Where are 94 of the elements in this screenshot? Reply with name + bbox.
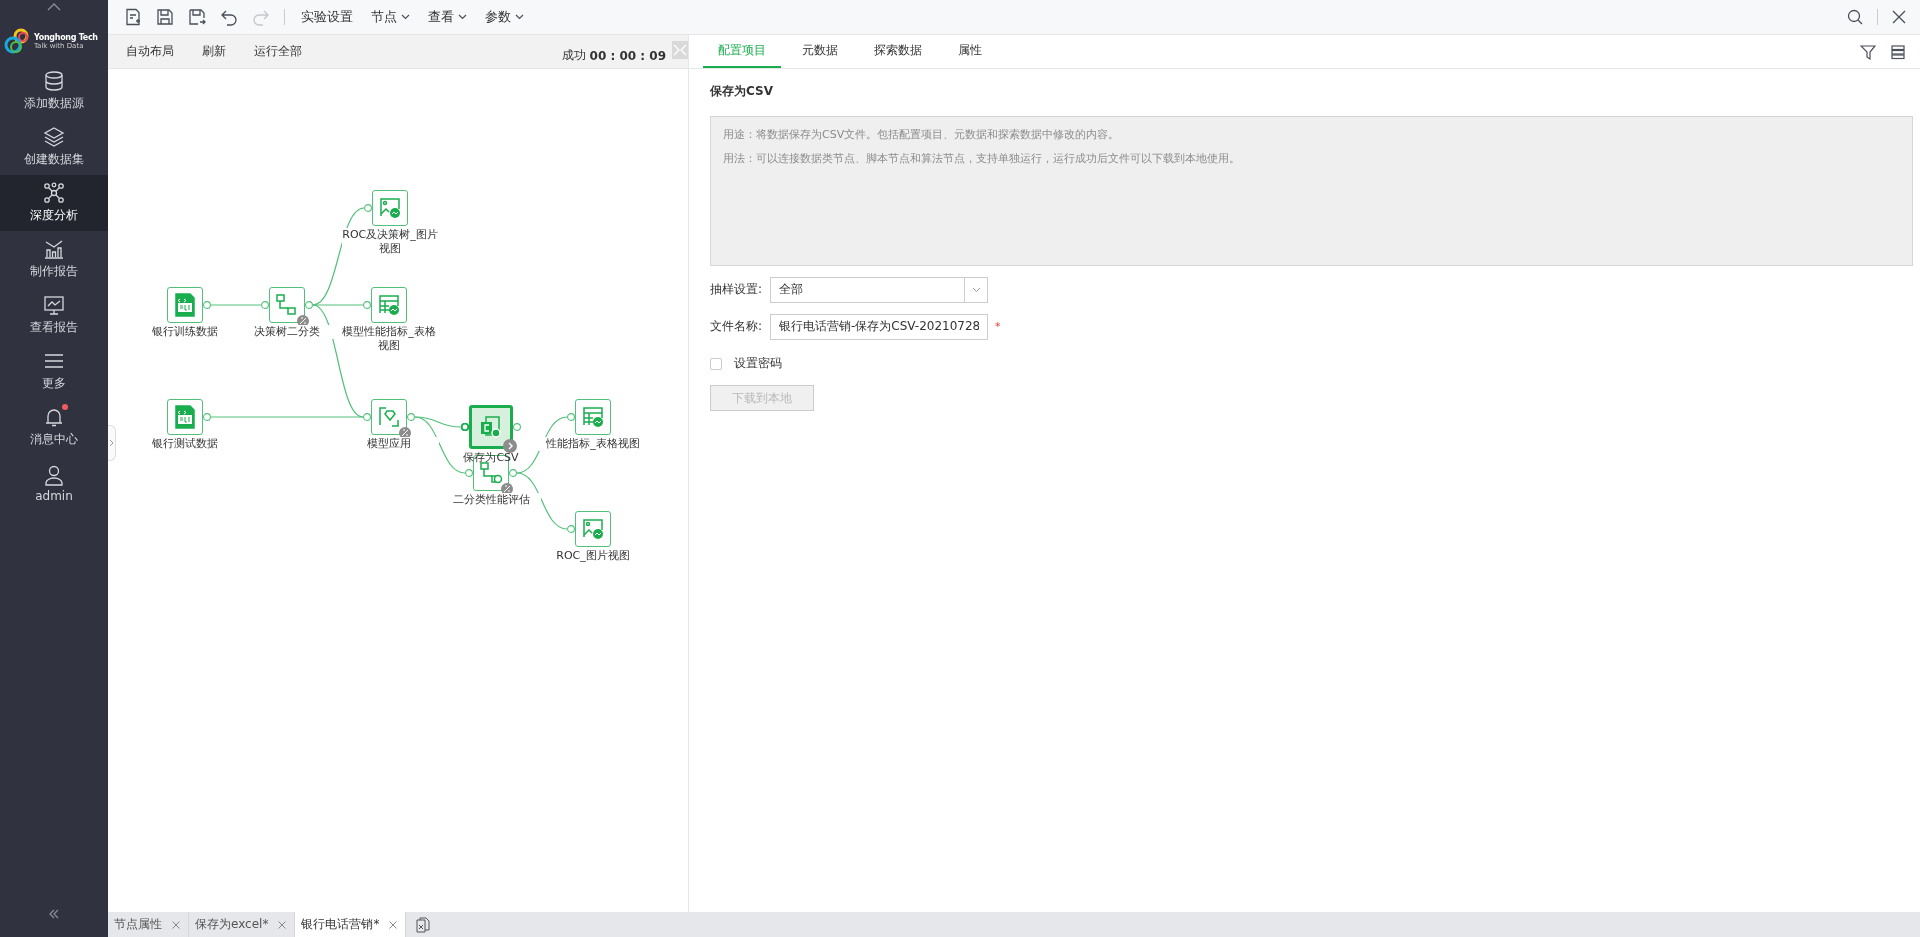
logo-name: Yonghong Tech xyxy=(34,32,98,42)
tab-title: 保存为excel* xyxy=(195,916,269,933)
menu-button[interactable]: 实验设置 xyxy=(299,8,355,26)
image-chart-icon xyxy=(581,517,605,541)
panel-tab[interactable]: 属性 xyxy=(943,35,997,68)
connection-port[interactable] xyxy=(261,301,269,309)
node-label: ROC及决策树_图片视图 xyxy=(342,228,438,256)
chevron-right-icon xyxy=(109,439,114,447)
required-mark: * xyxy=(995,320,1001,333)
flow-node[interactable] xyxy=(575,399,611,435)
filter-icon[interactable] xyxy=(1860,43,1876,60)
password-checkbox[interactable] xyxy=(710,357,722,370)
panel-title: 保存为CSV xyxy=(710,83,774,100)
connection-port[interactable] xyxy=(407,413,415,421)
checkbox-label: 设置密码 xyxy=(734,355,782,372)
node-label: 模型性能指标_表格视图 xyxy=(341,325,437,353)
tree-diagram-icon xyxy=(275,293,299,317)
table-chart-icon xyxy=(377,293,401,317)
image-chart-icon xyxy=(378,196,402,220)
flow-node[interactable] xyxy=(575,511,611,547)
menu-button[interactable]: 参数 xyxy=(483,8,526,26)
field-label: 文件名称: xyxy=(710,318,764,335)
document-tab[interactable]: 银行电话营销* xyxy=(295,912,407,937)
tab-title: 节点属性 xyxy=(114,916,162,933)
description-text: 用途：将数据保存为CSV文件。包括配置项目、元数据和探索数据中修改的内容。 xyxy=(723,127,1121,142)
description-text: 用法：可以连接数据类节点、脚本节点和算法节点，支持单独运行，运行成功后文件可以下载到本地使用。 xyxy=(723,151,1241,166)
save-as-icon[interactable] xyxy=(188,8,206,26)
menu-button[interactable]: 查看 xyxy=(426,8,469,26)
connection-port[interactable] xyxy=(305,301,313,309)
connection-port[interactable] xyxy=(567,413,575,421)
layers-icon xyxy=(43,126,65,148)
toolbar-button[interactable]: 刷新 xyxy=(192,43,236,60)
connection-port[interactable] xyxy=(513,423,521,431)
evaluation-diagram-icon xyxy=(479,461,503,485)
toolbar-button[interactable]: 运行全部 xyxy=(244,43,312,60)
connection-port[interactable] xyxy=(461,423,469,431)
sidebar-item[interactable]: 更多 xyxy=(0,343,108,399)
sidebar-item[interactable]: 制作报告 xyxy=(0,231,108,287)
database-icon xyxy=(43,70,65,92)
sampling-dropdown[interactable]: 全部 xyxy=(770,276,988,303)
panel-tab[interactable]: 元数据 xyxy=(787,35,853,68)
connection-port[interactable] xyxy=(509,469,517,477)
menu-button[interactable]: 节点 xyxy=(369,8,412,26)
connection-port[interactable] xyxy=(465,469,473,477)
undo-icon[interactable] xyxy=(220,8,238,26)
toolbar-button[interactable]: 自动布局 xyxy=(116,43,184,60)
expand-handle[interactable] xyxy=(108,425,116,461)
close-icon[interactable] xyxy=(389,920,398,929)
panel-tab[interactable]: 探索数据 xyxy=(859,35,937,68)
search-icon[interactable] xyxy=(1847,9,1863,25)
sidebar-item[interactable]: 添加数据源 xyxy=(0,63,108,119)
bell-icon xyxy=(43,406,65,428)
bar-chart-icon xyxy=(43,238,65,260)
table-chart-icon xyxy=(581,405,605,429)
list-view-icon[interactable] xyxy=(1890,43,1906,60)
sql-file-icon xyxy=(173,293,197,317)
sidebar-item[interactable]: 深度分析 xyxy=(0,175,108,231)
tab-title: 银行电话营销* xyxy=(301,916,380,933)
close-icon[interactable] xyxy=(1892,10,1906,24)
document-icon[interactable] xyxy=(416,916,431,933)
flow-node[interactable] xyxy=(167,399,203,435)
connection-port[interactable] xyxy=(203,413,211,421)
caret-icon xyxy=(515,14,524,20)
flow-node[interactable] xyxy=(371,287,407,323)
filename-input[interactable]: 银行电话营销-保存为CSV-20210728 xyxy=(770,313,988,340)
connection-port[interactable] xyxy=(363,301,371,309)
monitor-icon xyxy=(43,294,65,316)
new-file-icon[interactable] xyxy=(124,8,142,26)
caret-icon xyxy=(458,14,467,20)
collapse-left-icon[interactable] xyxy=(48,909,60,919)
sidebar-item[interactable]: 创建数据集 xyxy=(0,119,108,175)
network-icon xyxy=(43,182,65,204)
flow-node[interactable] xyxy=(372,190,408,226)
user-icon xyxy=(43,463,65,486)
connection-port[interactable] xyxy=(567,525,575,533)
sql-file-icon xyxy=(173,405,197,429)
collapse-up-icon[interactable] xyxy=(46,3,62,11)
connection-port[interactable] xyxy=(364,204,372,212)
sidebar-item[interactable]: admin xyxy=(0,455,108,511)
connection-port[interactable] xyxy=(363,413,371,421)
caret-icon xyxy=(401,14,410,20)
flow-node[interactable] xyxy=(167,287,203,323)
sidebar-item[interactable]: 消息中心 xyxy=(0,399,108,455)
field-label: 抽样设置: xyxy=(710,281,764,298)
elapsed-time: 00 : 00 : 09 xyxy=(589,48,666,63)
run-status: 成功 xyxy=(561,47,586,64)
connection-port[interactable] xyxy=(203,301,211,309)
document-tab[interactable]: 节点属性 xyxy=(108,912,189,937)
diamond-icon xyxy=(377,405,401,429)
sidebar-item[interactable]: 查看报告 xyxy=(0,287,108,343)
caret-icon xyxy=(971,286,981,293)
connector xyxy=(210,304,262,306)
csv-file-icon xyxy=(479,415,503,439)
save-icon[interactable] xyxy=(156,8,174,26)
